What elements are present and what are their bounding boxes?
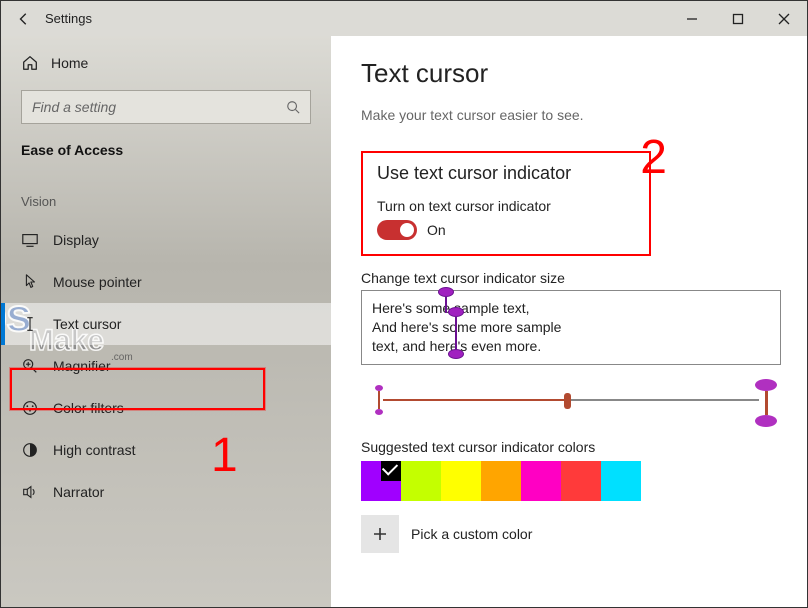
titlebar: Settings bbox=[1, 1, 807, 36]
page-title: Text cursor bbox=[361, 58, 777, 89]
slider-min-icon bbox=[375, 385, 383, 415]
page-subtitle: Make your text cursor easier to see. bbox=[361, 107, 777, 123]
size-label: Change text cursor indicator size bbox=[361, 270, 777, 286]
magnifier-icon bbox=[21, 357, 39, 375]
sidebar-item-high-contrast[interactable]: High contrast bbox=[1, 429, 331, 471]
back-button[interactable] bbox=[11, 12, 37, 26]
sidebar-item-label: Narrator bbox=[53, 484, 104, 500]
narrator-icon bbox=[21, 483, 39, 501]
minimize-button[interactable] bbox=[669, 1, 715, 36]
sidebar-item-text-cursor[interactable]: Text cursor bbox=[1, 303, 331, 345]
indicator-toggle[interactable] bbox=[377, 220, 417, 240]
sidebar-item-magnifier[interactable]: Magnifier bbox=[1, 345, 331, 387]
sidebar-item-label: Magnifier bbox=[53, 358, 111, 374]
contrast-icon bbox=[21, 441, 39, 459]
palette-icon bbox=[21, 399, 39, 417]
window-body: Tips Make .com Home Ease of Access Visio… bbox=[1, 36, 807, 607]
home-link[interactable]: Home bbox=[1, 46, 331, 80]
color-swatch[interactable] bbox=[401, 461, 441, 501]
window-title: Settings bbox=[45, 11, 92, 26]
custom-color-row: Pick a custom color bbox=[361, 515, 777, 553]
home-label: Home bbox=[51, 55, 88, 71]
custom-color-label: Pick a custom color bbox=[411, 526, 532, 542]
color-swatch[interactable] bbox=[481, 461, 521, 501]
home-icon bbox=[21, 54, 39, 72]
color-swatch[interactable] bbox=[601, 461, 641, 501]
sidebar-item-color-filters[interactable]: Color filters bbox=[1, 387, 331, 429]
sidebar-item-label: Display bbox=[53, 232, 99, 248]
section-title: Use text cursor indicator bbox=[377, 163, 635, 184]
pointer-icon bbox=[21, 273, 39, 291]
settings-window: Settings Tips Make .com Home Ease of Acc… bbox=[0, 0, 808, 608]
slider-thumb[interactable] bbox=[564, 393, 571, 409]
suggested-colors-label: Suggested text cursor indicator colors bbox=[361, 439, 777, 455]
sidebar-item-mouse-pointer[interactable]: Mouse pointer bbox=[1, 261, 331, 303]
search-input[interactable] bbox=[32, 99, 286, 115]
color-swatch[interactable] bbox=[561, 461, 601, 501]
category-title: Ease of Access bbox=[1, 124, 331, 164]
sidebar-item-display[interactable]: Display bbox=[1, 219, 331, 261]
color-swatch[interactable] bbox=[521, 461, 561, 501]
color-swatch[interactable] bbox=[361, 461, 401, 501]
minimize-icon bbox=[686, 13, 698, 25]
window-controls bbox=[669, 1, 807, 36]
slider-max-icon bbox=[755, 379, 777, 427]
slider-fill bbox=[383, 399, 568, 401]
sample-text-box: Here's some sample text, And here's some… bbox=[361, 290, 781, 365]
indicator-section: Use text cursor indicator Turn on text c… bbox=[361, 151, 651, 256]
toggle-state: On bbox=[427, 222, 446, 238]
search-icon bbox=[286, 100, 300, 114]
color-swatches bbox=[361, 461, 777, 501]
sidebar-item-label: Color filters bbox=[53, 400, 124, 416]
search-box[interactable] bbox=[21, 90, 311, 124]
sidebar-item-narrator[interactable]: Narrator bbox=[1, 471, 331, 513]
monitor-icon bbox=[21, 231, 39, 249]
maximize-button[interactable] bbox=[715, 1, 761, 36]
color-swatch[interactable] bbox=[441, 461, 481, 501]
arrow-left-icon bbox=[17, 12, 31, 26]
sidebar-item-label: Mouse pointer bbox=[53, 274, 142, 290]
cursor-indicator-preview bbox=[448, 307, 464, 359]
toggle-label: Turn on text cursor indicator bbox=[377, 198, 635, 214]
main-panel: Text cursor Make your text cursor easier… bbox=[331, 36, 807, 607]
plus-icon bbox=[372, 526, 388, 542]
maximize-icon bbox=[732, 13, 744, 25]
add-color-button[interactable] bbox=[361, 515, 399, 553]
toggle-row: On bbox=[377, 220, 635, 240]
text-cursor-icon bbox=[21, 315, 39, 333]
sample-line: And here's some more sample bbox=[372, 319, 561, 335]
sidebar-item-label: High contrast bbox=[53, 442, 135, 458]
close-button[interactable] bbox=[761, 1, 807, 36]
sidebar-item-label: Text cursor bbox=[53, 316, 121, 332]
size-slider[interactable] bbox=[361, 383, 781, 419]
sidebar: Tips Make .com Home Ease of Access Visio… bbox=[1, 36, 331, 607]
close-icon bbox=[778, 13, 790, 25]
group-title: Vision bbox=[1, 164, 331, 219]
